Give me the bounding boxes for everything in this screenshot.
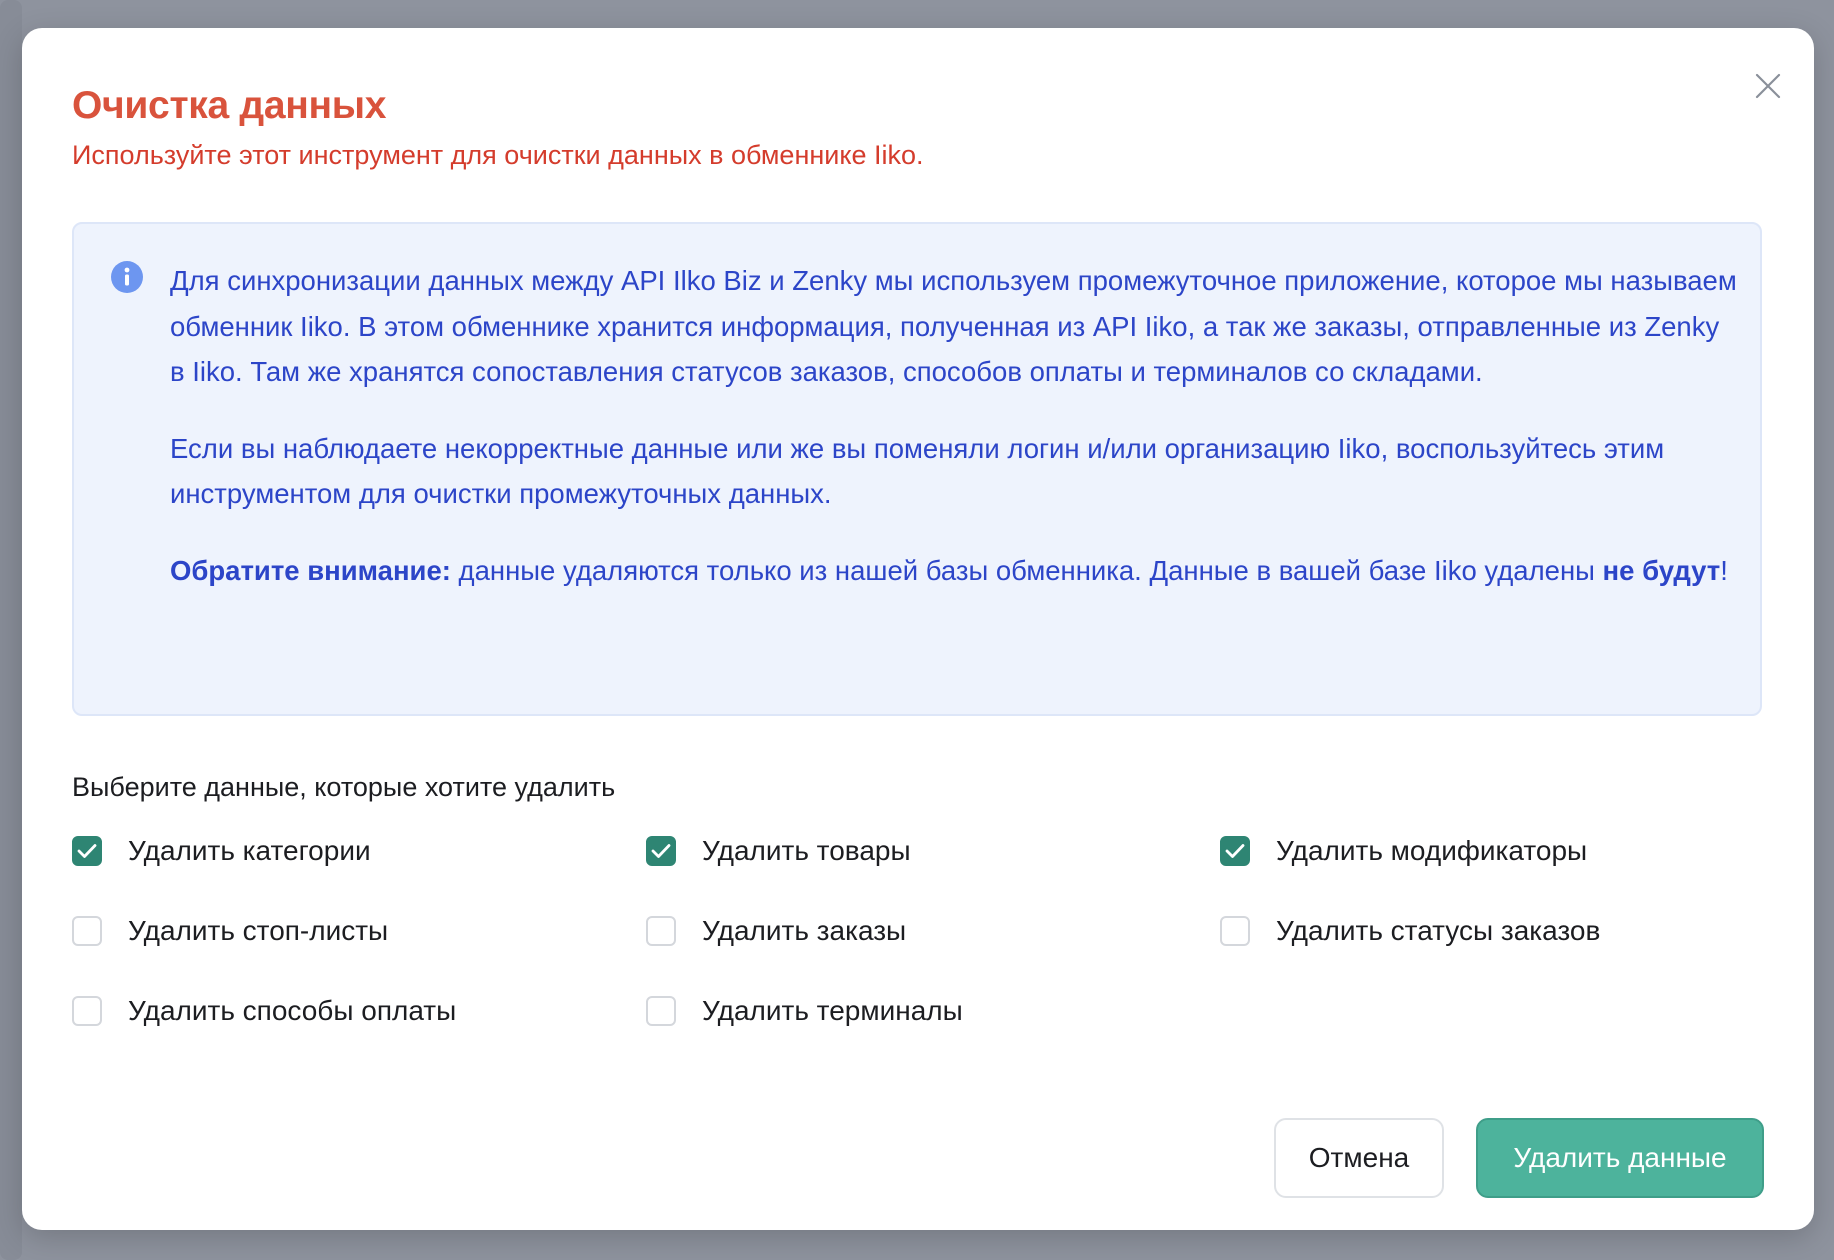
option-label: Удалить модификаторы (1276, 835, 1588, 866)
option-delete-terminals[interactable]: Удалить терминалы (646, 995, 963, 1027)
option-delete-payment-methods[interactable]: Удалить способы оплаты (72, 995, 456, 1027)
check-icon (77, 844, 97, 858)
option-label: Удалить заказы (702, 915, 907, 946)
option-label: Удалить товары (702, 835, 911, 866)
cancel-button[interactable]: Отмена (1274, 1118, 1444, 1198)
info-text: Для синхронизации данных между API Ilko … (170, 258, 1740, 624)
note-bold: Обратите внимание: (170, 554, 451, 586)
checkbox[interactable] (646, 996, 676, 1026)
delete-data-button[interactable]: Удалить данные (1476, 1118, 1764, 1198)
option-delete-products[interactable]: Удалить товары (646, 835, 911, 867)
info-icon (111, 261, 143, 293)
close-icon[interactable] (1752, 70, 1784, 102)
note-end: ! (1720, 554, 1728, 586)
info-paragraph-1: Для синхронизации данных между API Ilko … (170, 265, 1737, 387)
checkbox[interactable] (1220, 916, 1250, 946)
selection-label: Выберите данные, которые хотите удалить (72, 772, 616, 802)
check-icon (651, 844, 671, 858)
note-emphasis: не будут (1602, 554, 1721, 586)
modal-subtitle: Используйте этот инструмент для очистки … (72, 140, 924, 170)
option-label: Удалить стоп-листы (128, 915, 389, 946)
info-paragraph-2: Если вы наблюдаете некорректные данные и… (170, 432, 1665, 510)
modal-title: Очистка данных (72, 84, 387, 127)
option-delete-categories[interactable]: Удалить категории (72, 835, 371, 867)
check-icon (1225, 844, 1245, 858)
clear-data-modal: Очистка данных Используйте этот инструме… (22, 28, 1814, 1230)
option-delete-modifiers[interactable]: Удалить модификаторы (1220, 835, 1587, 867)
checkbox[interactable] (1220, 836, 1250, 866)
backdrop-panel (0, 0, 22, 1260)
checkbox[interactable] (646, 836, 676, 866)
note-text: данные удаляются только из нашей базы об… (450, 554, 1603, 586)
checkbox[interactable] (72, 836, 102, 866)
info-note: Обратите внимание: данные удаляются толь… (170, 548, 1740, 594)
option-delete-stop-lists[interactable]: Удалить стоп-листы (72, 915, 388, 947)
checkbox[interactable] (72, 996, 102, 1026)
option-label: Удалить статусы заказов (1276, 915, 1601, 946)
checkbox[interactable] (646, 916, 676, 946)
option-label: Удалить способы оплаты (128, 995, 457, 1026)
option-delete-order-statuses[interactable]: Удалить статусы заказов (1220, 915, 1600, 947)
option-label: Удалить категории (128, 835, 371, 866)
option-label: Удалить терминалы (702, 995, 963, 1026)
option-delete-orders[interactable]: Удалить заказы (646, 915, 906, 947)
checkbox[interactable] (72, 916, 102, 946)
info-panel: Для синхронизации данных между API Ilko … (72, 222, 1762, 716)
